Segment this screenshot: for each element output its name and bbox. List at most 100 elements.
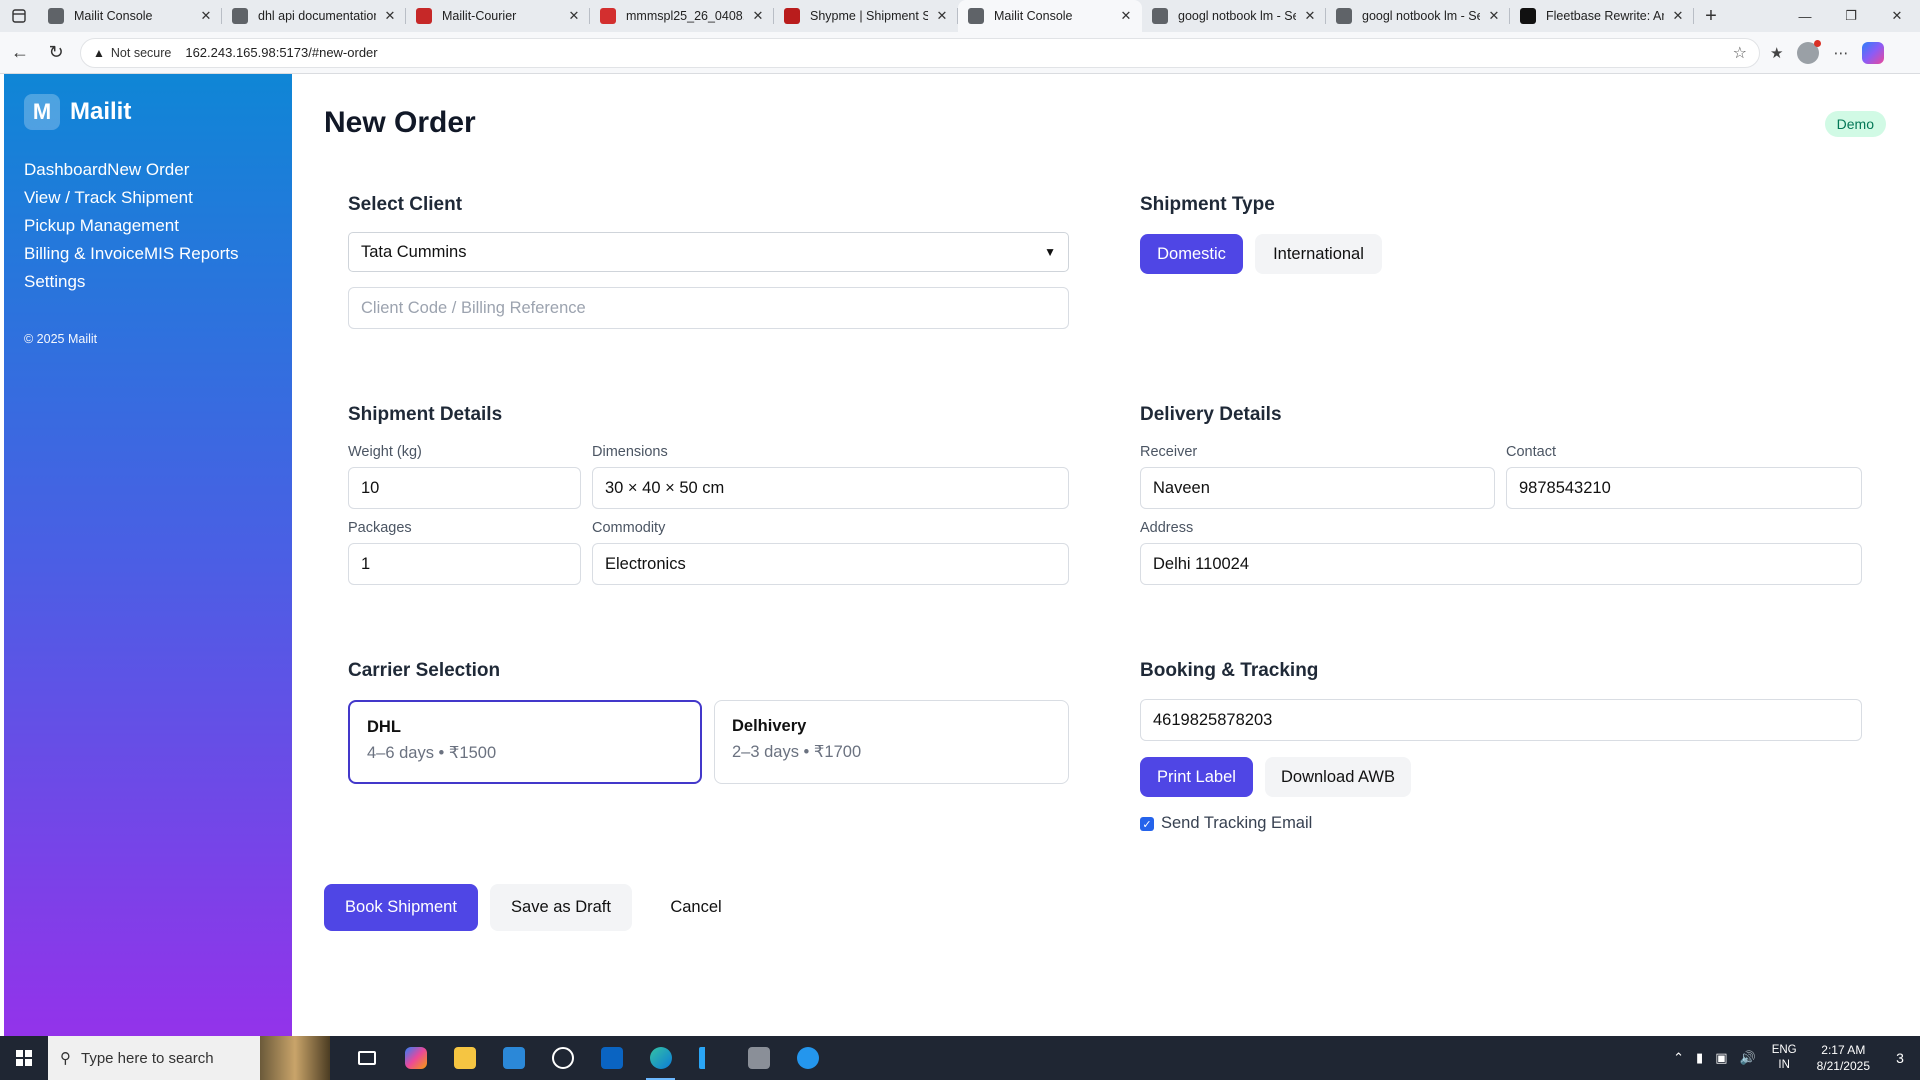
weight-input[interactable]: 10 <box>348 467 581 509</box>
minimize-icon[interactable]: — <box>1782 0 1828 32</box>
file-explorer-icon[interactable] <box>440 1036 489 1080</box>
send-tracking-email-label[interactable]: Send Tracking Email <box>1161 814 1312 833</box>
save-draft-button[interactable]: Save as Draft <box>490 884 632 931</box>
carrier-name: Delhivery <box>732 717 807 735</box>
close-tab-icon[interactable]: ✕ <box>934 8 950 24</box>
taskbar-search-box[interactable]: ⚲ Type here to search <box>48 1036 330 1080</box>
profile-avatar-icon[interactable] <box>1797 39 1822 64</box>
network-icon[interactable]: ▣ <box>1715 1050 1727 1066</box>
sidebar-item-billing-invoice[interactable]: Billing & Invoice <box>24 244 144 263</box>
browser-tab-title: Mailit Console <box>994 9 1073 23</box>
browser-tab[interactable]: dhl api documentation ✕ <box>222 0 406 32</box>
close-tab-icon[interactable]: ✕ <box>1486 8 1502 24</box>
book-shipment-button[interactable]: Book Shipment <box>324 884 478 931</box>
carrier-card-delhivery[interactable]: Delhivery 2–3 days • ₹1700 <box>714 700 1069 784</box>
more-menu-icon[interactable]: ⋯ <box>1833 44 1848 62</box>
browser-tab[interactable]: Shypme | Shipment Simplified ✕ <box>774 0 958 32</box>
browser-tab[interactable]: Mailit Console ✕ <box>958 0 1142 32</box>
favorite-star-icon[interactable]: ☆ <box>1733 43 1747 63</box>
browser-tab-title: Fleetbase Rewrite: Architecture <box>1546 9 1664 23</box>
browser-address-bar: ← ↻ ▲ Not secure 162.243.165.98:5173/#ne… <box>0 32 1920 74</box>
warning-icon[interactable]: ▲ <box>93 46 105 60</box>
mailit-favicon <box>416 8 432 24</box>
back-arrow-icon[interactable]: ← <box>2 35 38 71</box>
close-tab-icon[interactable]: ✕ <box>382 8 398 24</box>
new-tab-button[interactable]: + <box>1694 5 1728 28</box>
tracking-number-input[interactable]: 4619825878203 <box>1140 699 1862 741</box>
packages-label: Packages <box>348 520 412 536</box>
address-input[interactable]: Delhi 110024 <box>1140 543 1862 585</box>
billing-reference-input[interactable]: Client Code / Billing Reference <box>348 287 1069 329</box>
not-secure-label[interactable]: Not secure <box>111 46 171 60</box>
language-indicator[interactable]: ENG IN <box>1772 1043 1797 1073</box>
clock-date: 8/21/2025 <box>1816 1059 1870 1073</box>
outlook-icon[interactable] <box>587 1036 636 1080</box>
domestic-toggle-button[interactable]: Domestic <box>1140 234 1243 274</box>
close-tab-icon[interactable]: ✕ <box>566 8 582 24</box>
sidebar-item-view-track-shipment[interactable]: View / Track Shipment <box>24 188 193 207</box>
browser-tab-title: mmmspl25_26_0408.pdf <box>626 9 744 23</box>
copilot-icon[interactable] <box>1862 41 1885 64</box>
commodity-input[interactable]: Electronics <box>592 543 1069 585</box>
browser-tab[interactable]: mmmspl25_26_0408.pdf ✕ <box>590 0 774 32</box>
browser-tab[interactable]: Mailit Console ✕ <box>38 0 222 32</box>
sidebar-item-dashboard[interactable]: Dashboard <box>24 160 107 179</box>
url-text[interactable]: 162.243.165.98:5173/#new-order <box>185 45 1732 60</box>
contact-input[interactable]: 9878543210 <box>1506 467 1862 509</box>
receiver-input[interactable]: Naveen <box>1140 467 1495 509</box>
chatgpt-icon[interactable] <box>538 1036 587 1080</box>
packages-input[interactable]: 1 <box>348 543 581 585</box>
task-view-icon[interactable] <box>342 1036 391 1080</box>
store-icon[interactable] <box>489 1036 538 1080</box>
download-awb-button[interactable]: Download AWB <box>1265 757 1411 797</box>
url-omnibox[interactable]: ▲ Not secure 162.243.165.98:5173/#new-or… <box>80 37 1760 68</box>
notification-center-icon[interactable]: 3 <box>1880 1036 1920 1080</box>
battery-icon[interactable]: ▮ <box>1696 1050 1703 1066</box>
teams-icon[interactable] <box>734 1036 783 1080</box>
restore-icon[interactable]: ❐ <box>1828 0 1874 32</box>
client-select[interactable]: Tata Cummins ▼ <box>348 232 1069 272</box>
clock[interactable]: 2:17 AM 8/21/2025 <box>1817 1042 1870 1074</box>
vscode-icon[interactable] <box>685 1036 734 1080</box>
copilot-app-icon[interactable] <box>391 1036 440 1080</box>
demo-badge: Demo <box>1824 111 1886 137</box>
edge-browser-icon[interactable] <box>636 1036 685 1080</box>
favorites-icon[interactable]: ★ <box>1770 44 1783 62</box>
receiver-label: Receiver <box>1140 444 1198 460</box>
browser-tab[interactable]: googl notbook lm - Search ✕ <box>1142 0 1326 32</box>
browser-tab[interactable]: Fleetbase Rewrite: Architecture ✕ <box>1510 0 1694 32</box>
browser-tab[interactable]: Mailit-Courier ✕ <box>406 0 590 32</box>
dimensions-input[interactable]: 30 × 40 × 50 cm <box>592 467 1069 509</box>
sidebar-nav-row: DashboardNew Order <box>24 156 272 184</box>
brand-name: Mailit <box>70 98 132 125</box>
close-tab-icon[interactable]: ✕ <box>1670 8 1686 24</box>
dimensions-label: Dimensions <box>592 444 668 460</box>
send-tracking-email-checkbox[interactable]: ✓ <box>1140 817 1154 831</box>
close-tab-icon[interactable]: ✕ <box>1118 8 1134 24</box>
tab-actions-icon[interactable] <box>0 0 38 32</box>
sidebar-item-mis-reports[interactable]: MIS Reports <box>144 244 238 263</box>
lang-line2: IN <box>1778 1059 1790 1071</box>
sidebar-item-new-order[interactable]: New Order <box>107 160 189 179</box>
windows-start-icon[interactable] <box>0 1036 48 1080</box>
close-tab-icon[interactable]: ✕ <box>750 8 766 24</box>
sidebar-nav: DashboardNew Order View / Track Shipment P… <box>24 156 272 296</box>
browser-tab-title: Mailit-Courier <box>442 9 517 23</box>
browser-tab[interactable]: googl notbook lm - Search ✕ <box>1326 0 1510 32</box>
close-tab-icon[interactable]: ✕ <box>1302 8 1318 24</box>
chevron-up-icon[interactable]: ⌃ <box>1673 1050 1684 1066</box>
delivery-details-title: Delivery Details <box>1140 404 1282 425</box>
sidebar-item-pickup-management[interactable]: Pickup Management <box>24 216 179 235</box>
print-label-button[interactable]: Print Label <box>1140 757 1253 797</box>
carrier-card-dhl[interactable]: DHL 4–6 days • ₹1500 <box>348 700 702 784</box>
international-toggle-button[interactable]: International <box>1255 234 1382 274</box>
docker-icon[interactable] <box>783 1036 832 1080</box>
volume-icon[interactable]: 🔊 <box>1740 1050 1756 1066</box>
close-tab-icon[interactable]: ✕ <box>198 8 214 24</box>
close-window-icon[interactable]: ✕ <box>1874 0 1920 32</box>
globe-icon <box>968 8 984 24</box>
cancel-button[interactable]: Cancel <box>644 884 748 931</box>
page-title: New Order <box>324 106 476 139</box>
sidebar-item-settings[interactable]: Settings <box>24 272 85 291</box>
reload-icon[interactable]: ↻ <box>38 35 74 71</box>
